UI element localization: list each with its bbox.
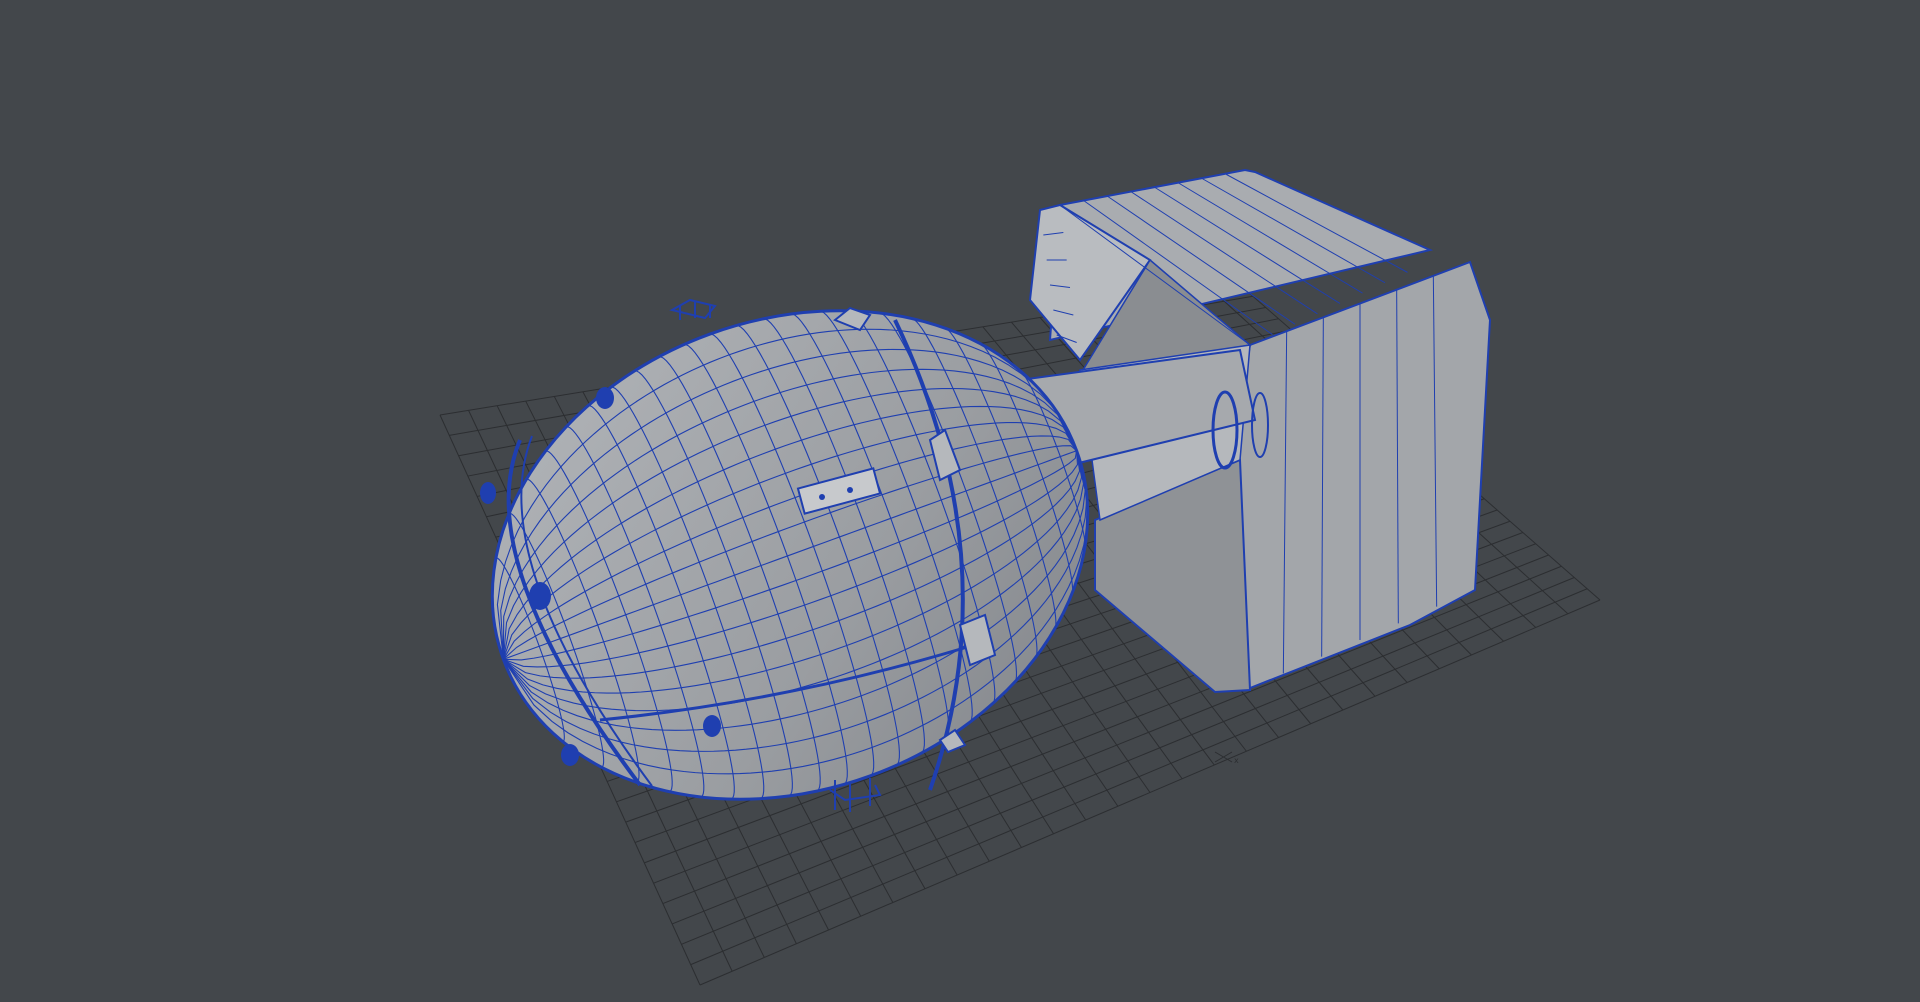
lug-1 xyxy=(480,482,496,504)
lug-top xyxy=(669,298,717,320)
bolt-3 xyxy=(703,715,721,737)
3d-viewport[interactable]: x xyxy=(0,0,1920,1002)
axis-marker-label: x xyxy=(1234,756,1239,765)
viewport-scene: x xyxy=(423,168,1601,986)
bolt-1 xyxy=(596,387,614,409)
tail-fin-assembly[interactable] xyxy=(1018,168,1492,694)
bolt-2 xyxy=(529,582,551,610)
lug-2 xyxy=(561,744,579,766)
bomb-body[interactable] xyxy=(423,230,1157,880)
